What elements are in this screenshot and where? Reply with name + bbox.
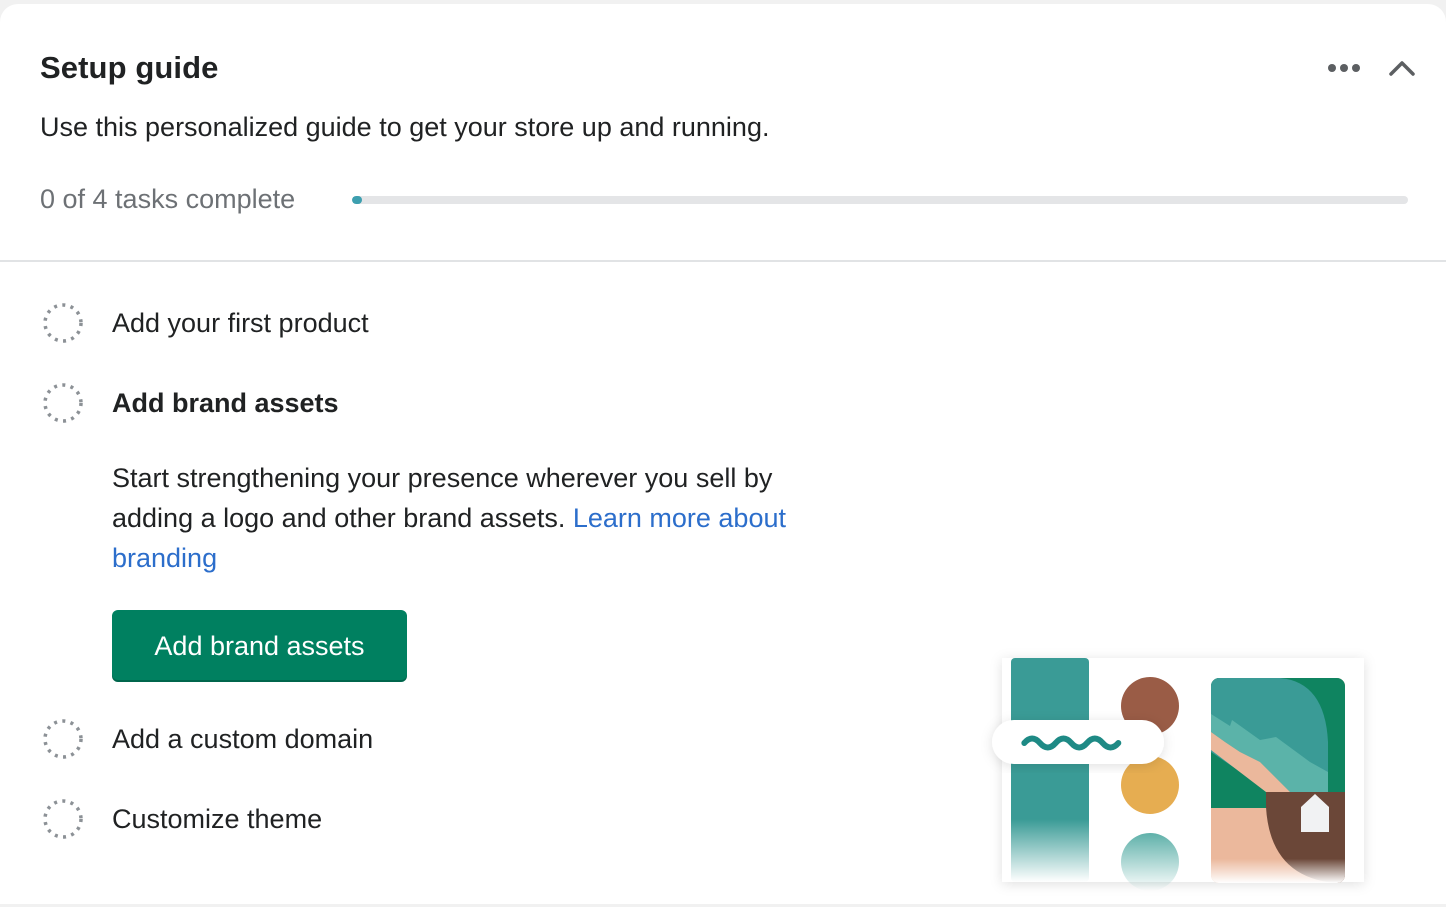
more-actions-button[interactable] xyxy=(1324,48,1364,88)
incomplete-circle-icon[interactable] xyxy=(40,796,86,842)
chevron-up-icon xyxy=(1389,61,1415,76)
task-item-customize-theme[interactable]: Customize theme xyxy=(40,796,322,842)
progress-label: 0 of 4 tasks complete xyxy=(40,184,296,214)
header-actions xyxy=(1324,48,1422,88)
setup-guide-card: Setup guide Use this personalized guide … xyxy=(0,4,1446,904)
task-label: Add brand assets xyxy=(112,387,339,418)
add-brand-assets-button[interactable]: Add brand assets xyxy=(112,610,407,682)
card-title: Setup guide xyxy=(40,50,219,85)
progress-fill xyxy=(352,196,362,204)
card-subtitle: Use this personalized guide to get your … xyxy=(40,112,770,142)
task-description: Start strengthening your presence wherev… xyxy=(112,458,852,578)
setup-guide-header: Setup guide Use this personalized guide … xyxy=(0,4,1446,261)
more-horizontal-icon xyxy=(1328,64,1360,72)
incomplete-circle-icon[interactable] xyxy=(40,380,86,426)
brand-assets-illustration xyxy=(940,642,1420,902)
task-item-add-first-product[interactable]: Add your first product xyxy=(40,300,369,346)
task-label: Add your first product xyxy=(112,307,369,338)
collapse-button[interactable] xyxy=(1382,48,1422,88)
incomplete-circle-icon[interactable] xyxy=(40,716,86,762)
task-item-add-brand-assets[interactable]: Add brand assets xyxy=(40,380,339,426)
teal-bar xyxy=(1011,658,1089,882)
divider xyxy=(0,260,1446,262)
incomplete-circle-icon[interactable] xyxy=(40,300,86,346)
task-label: Add a custom domain xyxy=(112,723,374,754)
progress-bar xyxy=(352,196,1408,204)
task-label: Customize theme xyxy=(112,803,323,834)
task-item-add-custom-domain[interactable]: Add a custom domain xyxy=(40,716,373,762)
progress-row: 0 of 4 tasks complete xyxy=(40,184,1408,224)
